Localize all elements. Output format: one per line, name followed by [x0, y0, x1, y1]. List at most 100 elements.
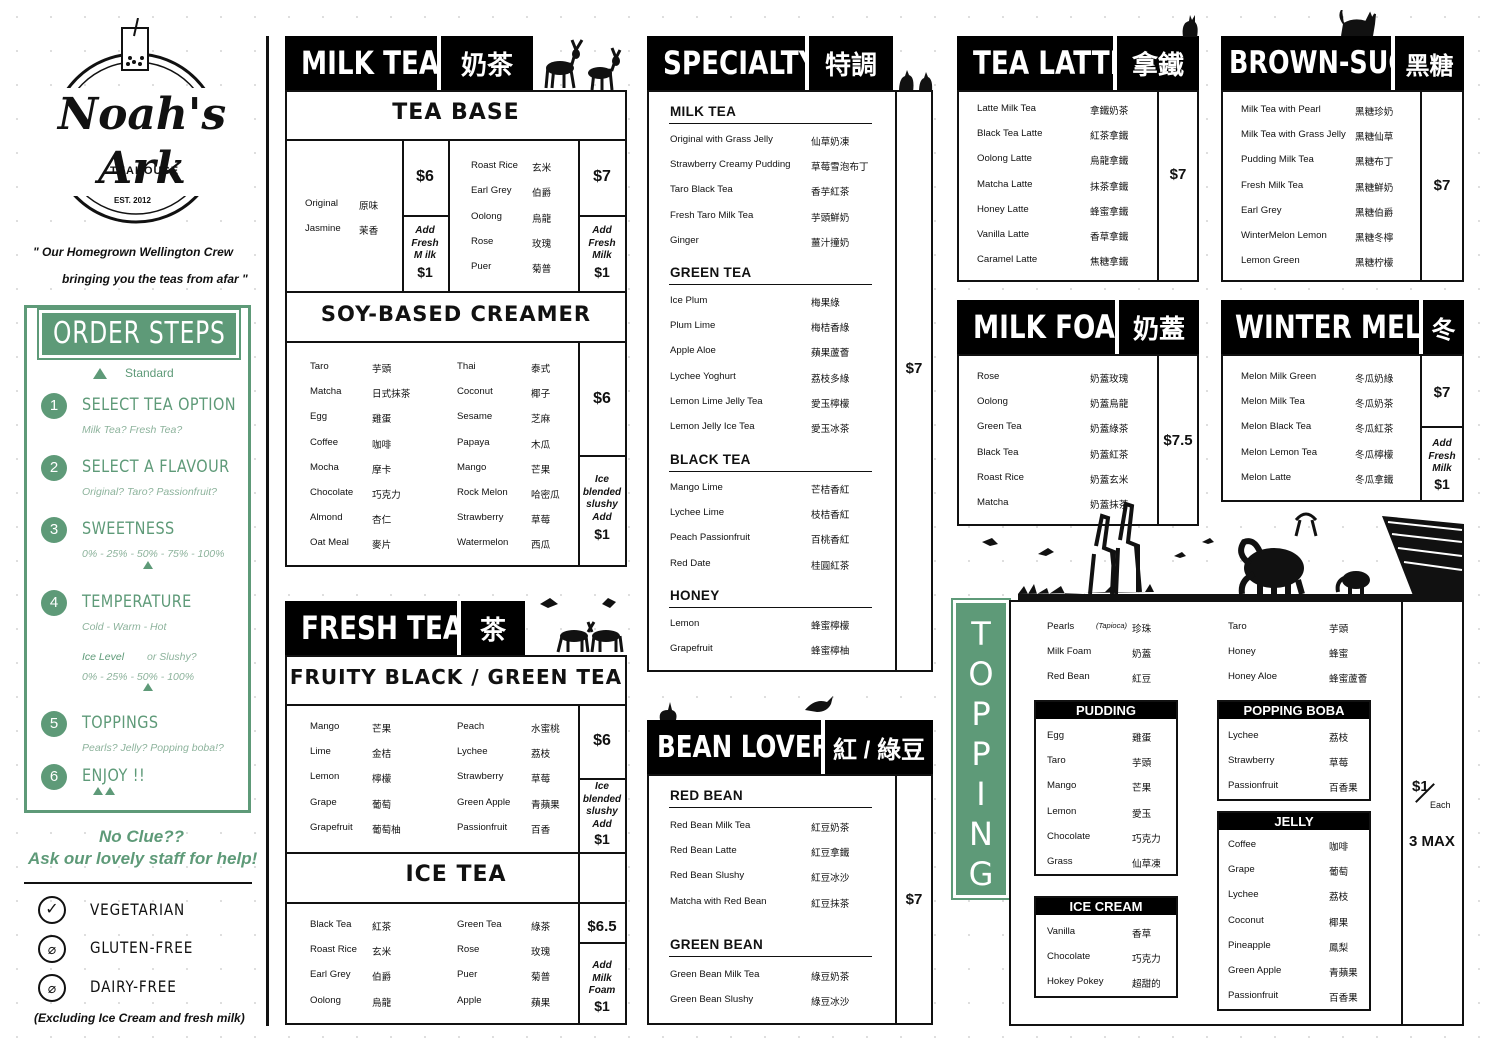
menu-item-zh: 冬瓜奶綠	[1355, 374, 1394, 385]
fruity-slushy-note: Ice blended slushy Add $1	[578, 781, 626, 846]
step-title: ENJOY !!	[82, 766, 146, 786]
menu-item-name: Melon Lemon Tea	[1241, 446, 1318, 458]
menu-item-name: Vanilla	[1047, 926, 1076, 937]
soy-note-price: $1	[594, 526, 610, 542]
menu-item-zh: 椰子	[531, 389, 551, 401]
foam-header: MILK FOAM	[957, 300, 1141, 354]
menu-item-zh: 荔枝	[531, 749, 551, 761]
menu-item-name: Mango	[1047, 780, 1077, 792]
ice-note-1: Add	[592, 960, 612, 971]
bean-title-zh: 紅 / 綠豆	[832, 736, 925, 764]
brand-est: EST. 2012	[114, 196, 151, 205]
menu-item-zh: 草莓	[531, 774, 551, 786]
menu-item-zh: 冬瓜奶茶	[1355, 399, 1394, 411]
section-rule	[669, 956, 872, 957]
menu-item-name: Black Tea Latte	[977, 128, 1043, 140]
menu-item-name: Lime	[310, 746, 331, 758]
tea-base-rule	[285, 139, 627, 141]
add-fresh-milk-a-3: M ilk	[413, 250, 437, 261]
menu-item-name: Roast Rice	[977, 471, 1024, 483]
menu-item-zh: 芋頭	[1132, 758, 1152, 770]
add-fresh-milk-b-3: Milk	[592, 250, 612, 261]
section-rule	[669, 807, 872, 808]
menu-item-name: Puer	[457, 969, 478, 981]
menu-item-zh: 芋頭	[372, 364, 392, 375]
section-rule	[669, 471, 872, 472]
topping-title-letter: O	[968, 655, 994, 693]
menu-item-zh: 烏龍	[372, 997, 392, 1009]
menu-item-zh: 咖啡	[372, 439, 392, 451]
milk-tea-title-zh: 奶茶	[460, 49, 513, 80]
brown-price: $7	[1433, 177, 1451, 194]
diet-divider	[24, 882, 252, 884]
no-clue-2: Ask our lovely staff for help!	[28, 849, 258, 868]
section-rule	[669, 284, 872, 285]
menu-item-name: Peach	[457, 721, 485, 732]
menu-item-name: Lemon Jelly Ice Tea	[670, 421, 755, 432]
menu-item-name: Oolong Latte	[977, 153, 1032, 165]
menu-item-name: Red Bean Milk Tea	[670, 820, 751, 831]
menu-item-name: Grape	[310, 796, 337, 808]
menu-item-name: Lemon	[670, 618, 700, 629]
latte-zh-header: 拿鐵	[1117, 36, 1199, 90]
menu-item-zh: 水蜜桃	[531, 724, 560, 735]
menu-item-zh: 愛玉檸檬	[811, 398, 850, 410]
add-fresh-milk-a: Add Fresh M ilk $1	[402, 225, 448, 278]
menu-item-name: Taro	[1047, 755, 1066, 767]
order-steps-title: ORDER STEPS	[53, 316, 226, 351]
menu-item-zh: 杏仁	[372, 515, 392, 527]
tea-base-heading: TEA BASE	[392, 100, 520, 125]
menu-item-name: Sesame	[457, 411, 493, 423]
menu-item-name: Grapefruit	[670, 643, 713, 655]
melon-note-price: $1	[1434, 475, 1450, 492]
menu-item-name: Green Apple	[457, 796, 511, 808]
menu-item-zh: 雞蛋	[1132, 733, 1152, 744]
bean-zh-header: 紅 / 綠豆	[825, 720, 933, 774]
menu-item-zh: 蜂蜜	[1329, 649, 1349, 661]
menu-item-zh: 蘋果蘆薈	[811, 348, 850, 360]
menu-item-name: Lychee	[1228, 730, 1259, 741]
menu-item-zh: 草莓	[1329, 758, 1349, 770]
menu-item-zh: 芝麻	[531, 414, 551, 426]
menu-item-zh: 奶蓋玫瑰	[1090, 374, 1129, 385]
section-heading: GREEN BEAN	[670, 937, 764, 952]
menu-item-name: Thai	[457, 361, 476, 372]
menu-item-zh: 麥片	[372, 540, 392, 552]
menu-item-name: Red Date	[670, 557, 711, 569]
menu-item-zh: 拿鐵奶茶	[1090, 106, 1129, 117]
boba-title: POPPING BOBA	[1243, 703, 1345, 718]
bean-header: BEAN LOVERS	[647, 720, 848, 774]
menu-item-name: Lemon Green	[1241, 255, 1300, 267]
menu-item-name: Caramel Latte	[977, 254, 1038, 266]
step-subtitle: Original? Taro? Passionfruit?	[82, 486, 218, 498]
fruity-note-2: blended	[582, 793, 622, 805]
melon-price: $7	[1433, 384, 1451, 401]
boba-header: POPPING BOBA	[1219, 702, 1369, 719]
menu-item-name: Strawberry	[457, 512, 504, 524]
menu-item-zh: 摩卡	[372, 464, 392, 476]
diet-note: (Excluding Ice Cream and fresh milk)	[34, 1011, 245, 1025]
specialty-title: SPECIALTY	[663, 44, 818, 82]
menu-item-name: Grapefruit	[310, 821, 353, 833]
menu-item-zh: 荔枝	[1329, 892, 1349, 904]
menu-item-zh: 紅茶拿鐵	[1090, 131, 1129, 143]
ice-tea-rule-b	[578, 902, 626, 904]
menu-item-name: Hokey Pokey	[1047, 976, 1104, 988]
menu-item-zh: 紅茶	[372, 922, 392, 933]
menu-item-zh: 蜂蜜蘆薈	[1329, 674, 1368, 686]
no-clue-1: No Clue??	[99, 827, 184, 846]
menu-item-name: Lychee Yoghurt	[670, 370, 736, 382]
bean-title: BEAN LOVERS	[657, 729, 849, 765]
step-subtitle: Pearls? Jelly? Popping boba!?	[82, 742, 224, 754]
menu-item-name: Red Bean	[1047, 671, 1090, 683]
menu-item-name: Earl Grey	[310, 969, 351, 981]
menu-item-name: Strawberry	[457, 771, 504, 783]
fruity-price-rule	[578, 778, 626, 780]
latte-title-zh: 拿鐵	[1131, 49, 1184, 80]
step-title: SWEETNESS	[82, 519, 175, 539]
menu-item-zh: 哈密瓜	[531, 490, 560, 501]
ice-tea-foam-note: Add Milk Foam $1	[578, 960, 626, 1012]
ice-tea-heading: ICE TEA	[405, 862, 507, 887]
menu-item-zh: 金桔	[372, 749, 392, 761]
menu-item-zh: 芒果	[1132, 783, 1152, 795]
